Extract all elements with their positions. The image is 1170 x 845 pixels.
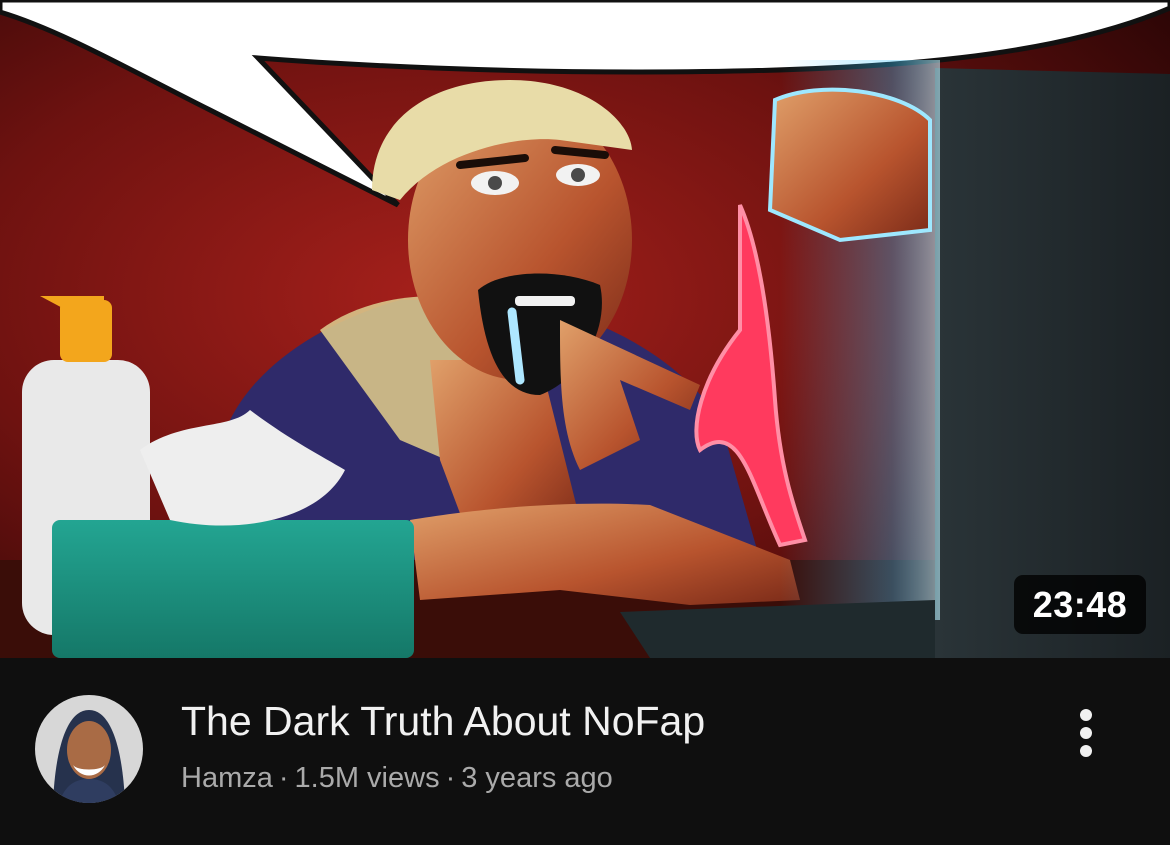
video-metadata: Hamza · 1.5M views · 3 years ago [181,757,1001,799]
view-count: 1.5M views [294,762,440,794]
video-card: 23:48 The Dark Truth About NoFap Hamza · 1… [0,0,1170,845]
avatar-image [35,695,143,803]
thumbnail-illustration [0,0,1170,658]
upload-age: 3 years ago [461,762,613,794]
more-options-button[interactable] [1058,698,1114,768]
video-details: The Dark Truth About NoFap Hamza · 1.5M vi… [0,658,1170,845]
channel-name[interactable]: Hamza [181,762,273,794]
meta-separator: · [278,762,289,794]
duration-badge: 23:48 [1014,575,1146,634]
video-thumbnail[interactable]: 23:48 [0,0,1170,658]
video-title[interactable]: The Dark Truth About NoFap [181,696,1001,746]
meta-separator: · [445,762,456,794]
channel-avatar[interactable] [35,695,143,803]
